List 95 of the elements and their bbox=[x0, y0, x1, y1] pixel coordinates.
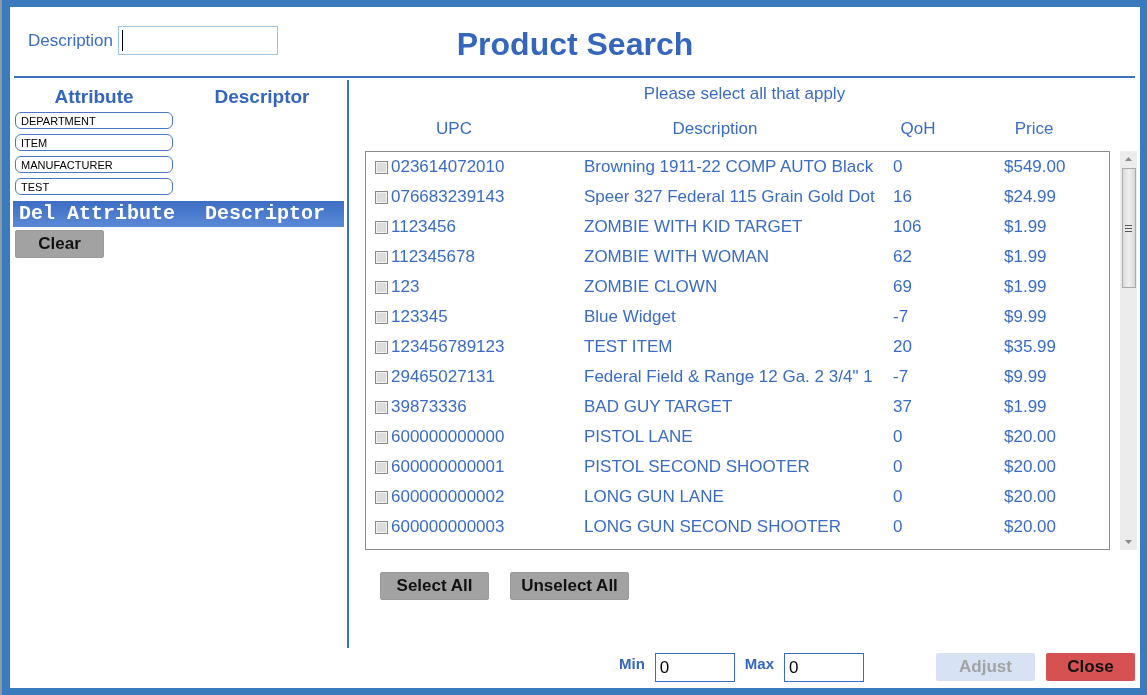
instruction-text: Please select all that apply bbox=[642, 84, 847, 104]
checkbox[interactable] bbox=[375, 340, 388, 354]
min-label: Min bbox=[619, 655, 645, 673]
price-cell-text: $1.99 bbox=[1004, 397, 1048, 417]
column-header: Attribute bbox=[53, 86, 135, 108]
description-cell-text: ZOMBIE WITH WOMAN bbox=[584, 247, 771, 267]
min-field[interactable]: 0 bbox=[654, 653, 735, 682]
price-cell-text: $35.99 bbox=[1004, 337, 1057, 357]
qoh-cell-text: -7 bbox=[893, 307, 910, 327]
price-cell-text: $20.00 bbox=[1004, 517, 1057, 537]
price-cell-text: $20.00 bbox=[1004, 487, 1057, 507]
select-all-button[interactable]: Select All bbox=[380, 572, 489, 600]
upc-cell: 600000000001 bbox=[391, 457, 505, 477]
upc-cell: 600000000000 bbox=[391, 427, 505, 447]
price-cell-text: $549.00 bbox=[1004, 157, 1067, 177]
scrollbar-track[interactable] bbox=[1120, 151, 1137, 550]
checkbox[interactable] bbox=[375, 460, 388, 474]
price-cell-text: $24.99 bbox=[1004, 187, 1057, 207]
qoh-cell-text: 0 bbox=[893, 157, 904, 177]
description-cell-text: PISTOL LANE bbox=[584, 427, 694, 447]
max-label: Max bbox=[744, 655, 774, 673]
upc-cell: 123456789123 bbox=[391, 337, 505, 357]
upc-cell: 123 bbox=[391, 277, 420, 297]
qoh-cell-text: 106 bbox=[893, 217, 923, 237]
price-cell-text: $1.99 bbox=[1004, 277, 1048, 297]
grid-column-header: Attribute bbox=[67, 202, 177, 226]
column-header: UPC bbox=[435, 119, 473, 139]
checkbox[interactable] bbox=[375, 220, 388, 234]
upc-cell: 600000000003 bbox=[391, 517, 505, 537]
checkbox[interactable] bbox=[375, 160, 388, 174]
qoh-cell-text: 0 bbox=[893, 517, 904, 537]
scroll-up-icon[interactable] bbox=[1125, 157, 1132, 161]
grid-column-header: Del bbox=[19, 202, 56, 226]
description-cell-text: Blue Widget bbox=[584, 307, 677, 327]
grid-column-header: Descriptor bbox=[205, 202, 327, 226]
upc-cell: 1123456 bbox=[391, 217, 456, 237]
scroll-thumb[interactable] bbox=[1121, 168, 1136, 288]
upc-cell: 076683239143 bbox=[391, 187, 505, 207]
checkbox[interactable] bbox=[375, 280, 388, 294]
upc-cell: 29465027131 bbox=[391, 367, 495, 387]
description-cell-text: TEST ITEM bbox=[584, 337, 674, 357]
price-cell-text: $20.00 bbox=[1004, 457, 1057, 477]
attribute-button[interactable]: ITEM bbox=[15, 134, 173, 151]
price-cell-text: $1.99 bbox=[1004, 247, 1048, 267]
upc-cell: 112345678 bbox=[391, 247, 475, 267]
checkbox[interactable] bbox=[375, 310, 388, 324]
description-cell-text: BAD GUY TARGET bbox=[584, 397, 734, 417]
upc-cell: 39873336 bbox=[391, 397, 467, 417]
text-cursor-icon bbox=[122, 30, 124, 51]
max-field[interactable]: 0 bbox=[784, 653, 864, 682]
column-header: Descriptor bbox=[213, 86, 311, 108]
description-cell-text: LONG GUN SECOND SHOOTER bbox=[584, 517, 842, 537]
price-cell-text: $20.00 bbox=[1004, 427, 1057, 447]
description-label: Description bbox=[28, 30, 114, 52]
checkbox[interactable] bbox=[375, 520, 388, 534]
attribute-button[interactable]: MANUFACTURER bbox=[15, 156, 173, 173]
column-header: Price bbox=[1013, 119, 1055, 139]
close-button[interactable]: Close bbox=[1046, 653, 1135, 681]
description-cell-text: Browning 1911-22 COMP AUTO Black bbox=[584, 157, 875, 177]
qoh-cell-text: 0 bbox=[893, 457, 904, 477]
qoh-cell-text: 0 bbox=[893, 427, 904, 447]
qoh-cell-text: 20 bbox=[893, 337, 913, 357]
attribute-button[interactable]: DEPARTMENT bbox=[15, 112, 173, 129]
price-cell-text: $1.99 bbox=[1004, 217, 1048, 237]
column-header: QoH bbox=[899, 119, 937, 139]
description-cell-text: ZOMBIE CLOWN bbox=[584, 277, 719, 297]
upc-cell: 123345 bbox=[391, 307, 448, 327]
upc-cell: 023614072010 bbox=[391, 157, 505, 177]
checkbox[interactable] bbox=[375, 190, 388, 204]
qoh-cell-text: 37 bbox=[893, 397, 913, 417]
description-cell-text: Speer 327 Federal 115 Grain Gold Dot bbox=[584, 187, 876, 207]
description-field[interactable] bbox=[118, 26, 279, 55]
checkbox[interactable] bbox=[375, 490, 388, 504]
description-cell-text: LONG GUN LANE bbox=[584, 487, 725, 507]
column-header: Description bbox=[671, 119, 759, 139]
checkbox[interactable] bbox=[375, 250, 388, 264]
checkbox[interactable] bbox=[375, 370, 388, 384]
price-cell-text: $9.99 bbox=[1004, 307, 1048, 327]
price-cell-text: $9.99 bbox=[1004, 367, 1048, 387]
clear-button[interactable]: Clear bbox=[15, 230, 104, 258]
description-cell-text: ZOMBIE WITH KID TARGET bbox=[584, 217, 804, 237]
description-cell-text: PISTOL SECOND SHOOTER bbox=[584, 457, 811, 477]
qoh-cell-text: 0 bbox=[893, 487, 904, 507]
checkbox[interactable] bbox=[375, 400, 388, 414]
window-title: Product Search bbox=[456, 25, 694, 64]
qoh-cell-text: 16 bbox=[893, 187, 913, 207]
qoh-cell-text: 69 bbox=[893, 277, 913, 297]
checkbox[interactable] bbox=[375, 430, 388, 444]
scroll-down-icon[interactable] bbox=[1125, 540, 1132, 544]
unselect-all-button[interactable]: Unselect All bbox=[510, 572, 629, 600]
upc-cell: 600000000002 bbox=[391, 487, 505, 507]
qoh-cell-text: 62 bbox=[893, 247, 913, 267]
qoh-cell-text: -7 bbox=[893, 367, 910, 387]
description-cell-text: Federal Field & Range 12 Ga. 2 3/4" 1 bbox=[584, 367, 874, 387]
attribute-button[interactable]: TEST bbox=[15, 178, 173, 195]
